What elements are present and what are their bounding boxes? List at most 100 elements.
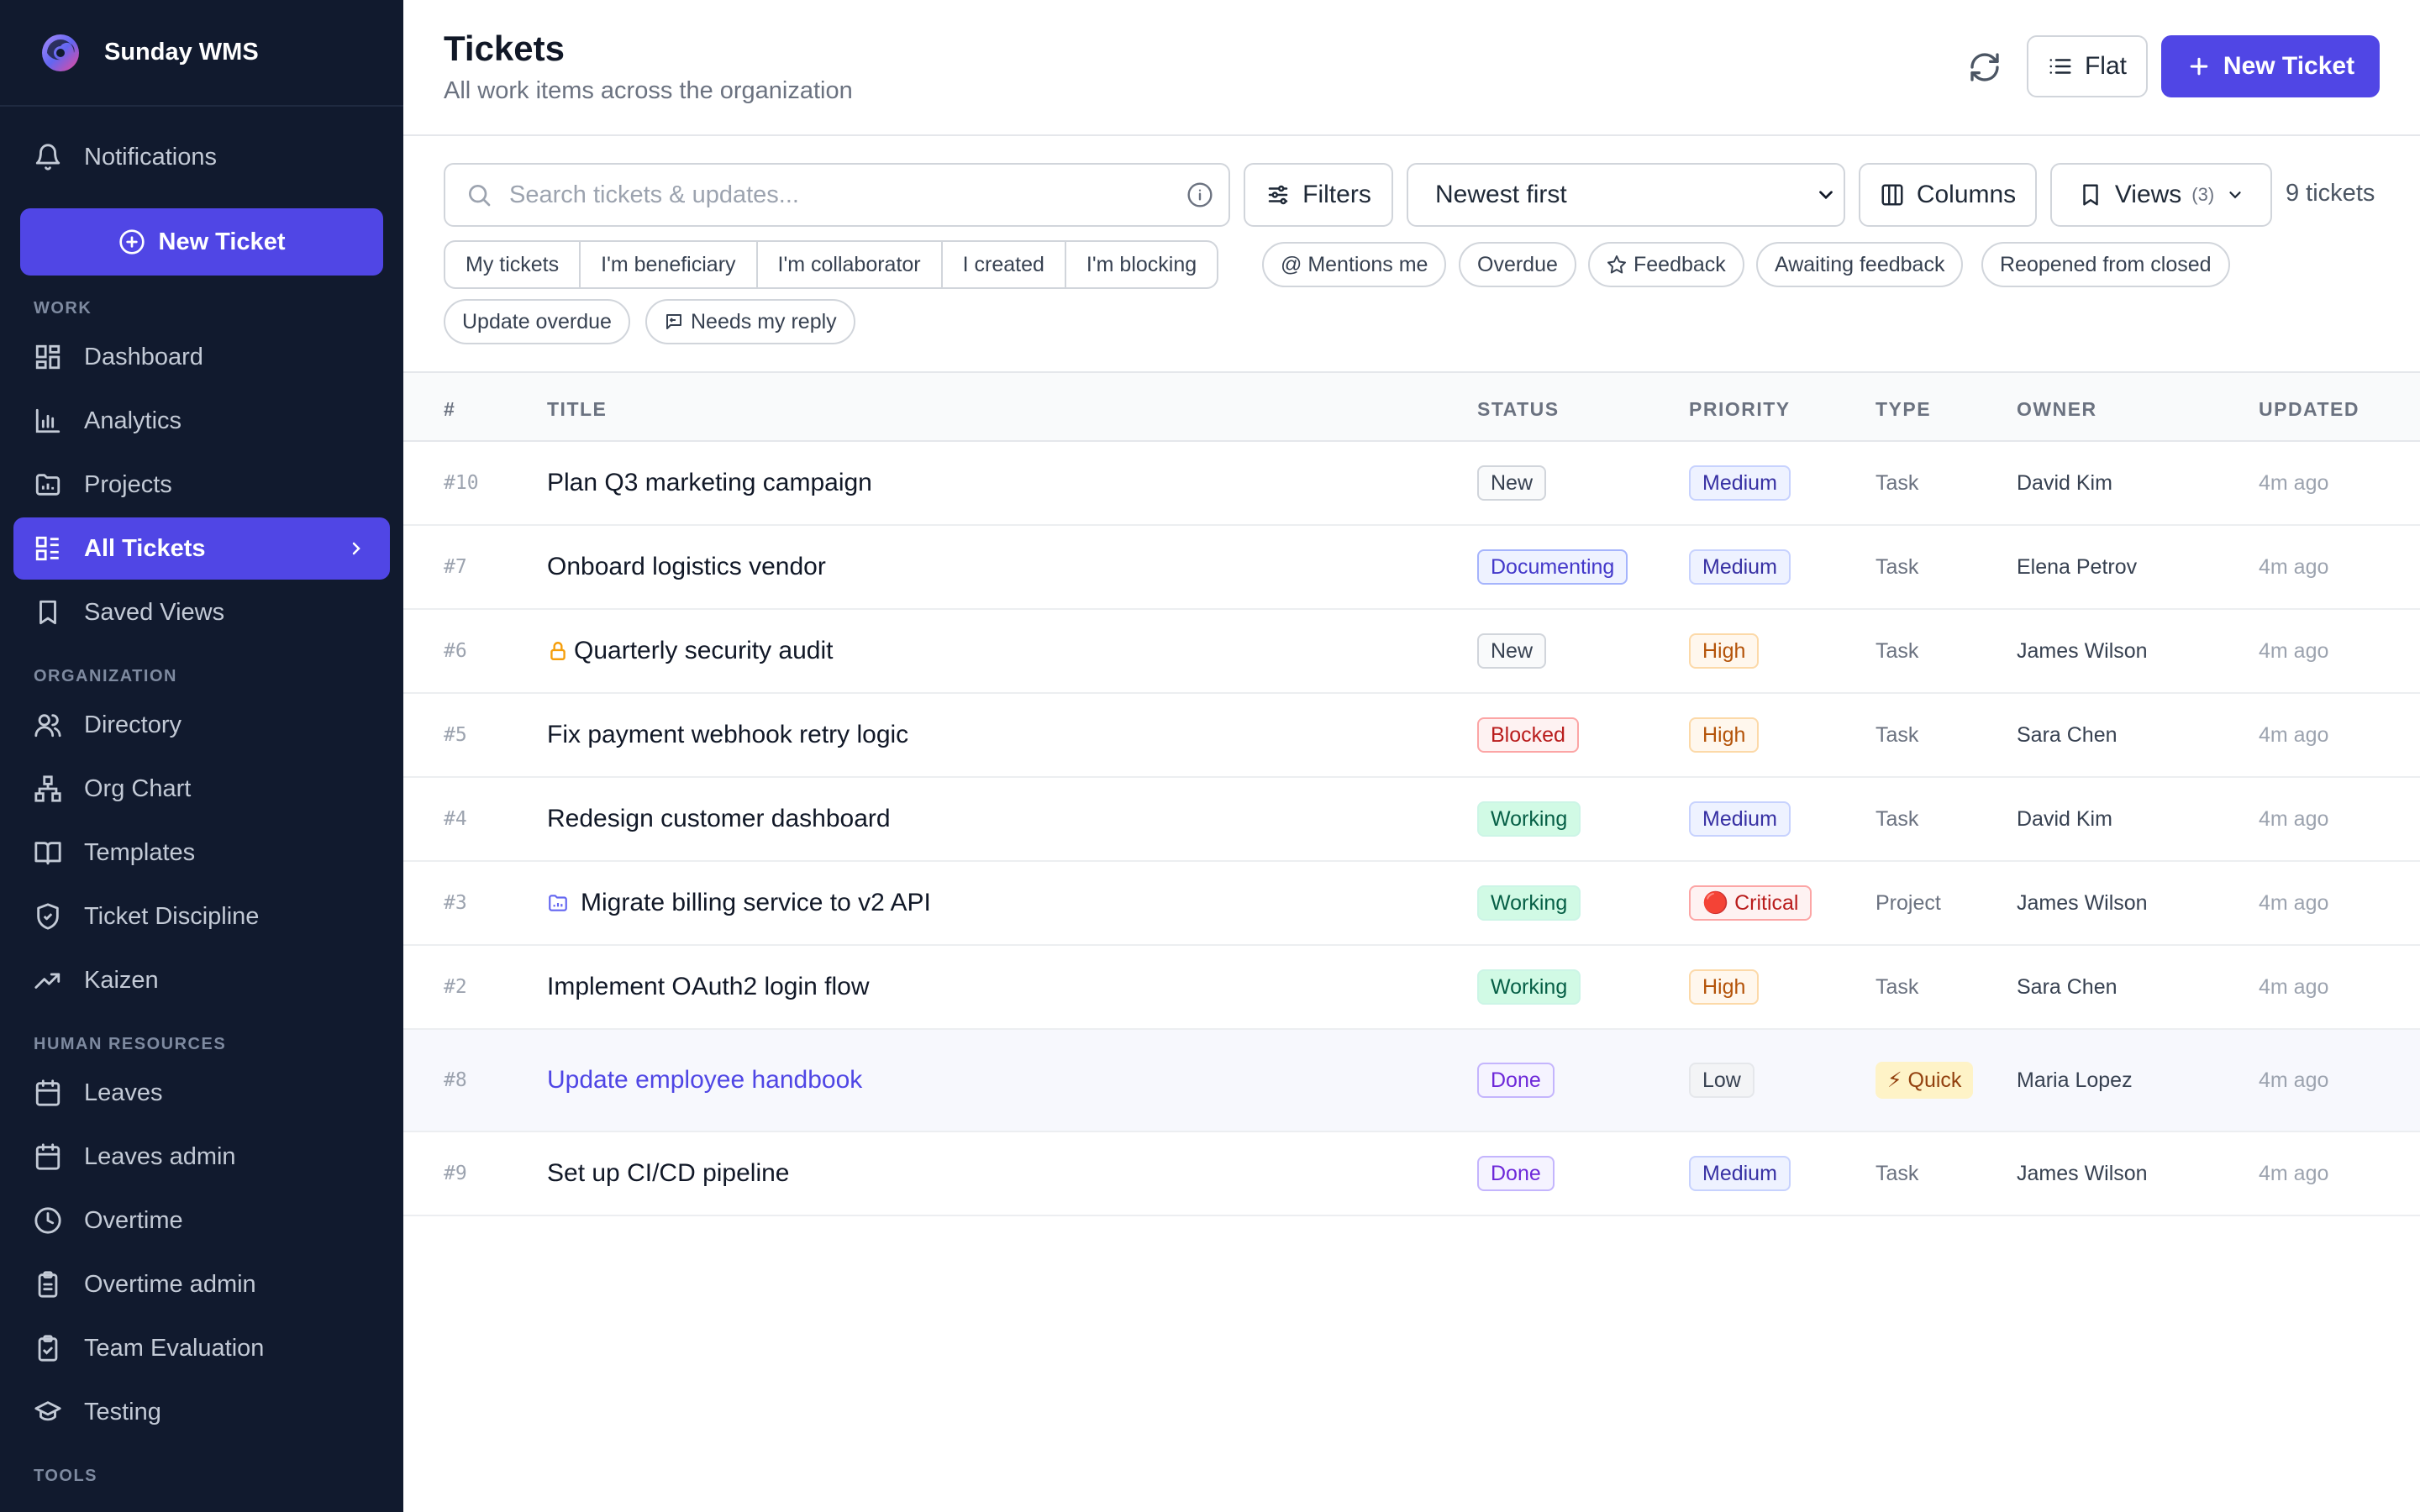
col-header-status[interactable]: STATUS [1477, 398, 1560, 421]
ticket-updated: 4m ago [2259, 806, 2329, 831]
org-chart-icon [34, 775, 61, 802]
shield-check-icon [37, 903, 59, 930]
sidebar-item-label: Leaves [84, 1079, 163, 1106]
sidebar-item-overtime-admin[interactable]: Overtime admin [13, 1253, 390, 1315]
col-header-type[interactable]: TYPE [1876, 398, 1931, 421]
filter-feedback-label: Feedback [1634, 252, 1726, 276]
clock-icon [34, 1207, 61, 1234]
sidebar-item-kaizen[interactable]: Kaizen [13, 949, 390, 1011]
filter-needs-my-reply[interactable]: Needs my reply [645, 299, 855, 344]
ticket-title[interactable]: Fix payment webhook retry logic [547, 694, 908, 776]
ticket-number: #2 [444, 976, 467, 998]
filter-overdue[interactable]: Overdue [1459, 242, 1576, 287]
search-icon [469, 185, 491, 207]
search-box[interactable] [444, 163, 1230, 227]
table-row[interactable]: #8 Update employee handbook Done Low ⚡ Q… [403, 1030, 2420, 1132]
sidebar-item-label: Org Chart [84, 774, 192, 802]
table-row[interactable]: #4 Redesign customer dashboard Working M… [403, 778, 2420, 862]
new-ticket-button[interactable]: New Ticket [2161, 35, 2380, 97]
filter-blocking[interactable]: I'm blocking [1066, 242, 1217, 287]
chevron-down-icon [1819, 191, 1833, 200]
table-header: # TITLE STATUS PRIORITY TYPE OWNER UPDAT… [403, 371, 2420, 442]
columns-button[interactable]: Columns [1859, 163, 2037, 227]
search-input[interactable] [509, 181, 1148, 209]
sidebar-item-directory[interactable]: Directory [13, 694, 390, 756]
ticket-list-icon [35, 536, 59, 561]
table-row[interactable]: #5 Fix payment webhook retry logic Block… [403, 694, 2420, 778]
status-badge: Working [1477, 969, 1581, 1005]
filter-i-created[interactable]: I created [943, 242, 1066, 287]
status-badge: Documenting [1477, 549, 1628, 585]
plus-icon [2190, 57, 2208, 76]
sidebar-item-label: Analytics [84, 407, 182, 434]
ticket-title-cell[interactable]: Migrate billing service to v2 API [547, 862, 931, 944]
brand[interactable]: Sunday WMS [0, 0, 403, 107]
sidebar-item-all-tickets[interactable]: All Tickets [13, 517, 390, 580]
sidebar-item-templates[interactable]: Templates [13, 822, 390, 884]
flat-view-button[interactable]: Flat [2027, 35, 2148, 97]
table-row[interactable]: #2 Implement OAuth2 login flow Working H… [403, 946, 2420, 1030]
refresh-icon[interactable] [1968, 50, 2002, 84]
sidebar-item-dashboard[interactable]: Dashboard [13, 326, 390, 388]
ticket-owner: James Wilson [2017, 890, 2148, 915]
sidebar: Sunday WMS Notifications New Ticket WORK… [0, 0, 403, 1512]
ticket-title[interactable]: Set up CI/CD pipeline [547, 1132, 790, 1215]
filter-awaiting-feedback[interactable]: Awaiting feedback [1756, 242, 1964, 287]
sidebar-item-saved-views[interactable]: Saved Views [13, 581, 390, 643]
filter-feedback[interactable]: Feedback [1588, 242, 1744, 287]
sidebar-item-overtime[interactable]: Overtime [13, 1189, 390, 1252]
table-row[interactable]: #3 Migrate billing service to v2 API Wor… [403, 862, 2420, 946]
ticket-updated: 4m ago [2259, 1068, 2329, 1092]
users-icon [34, 714, 61, 738]
filter-update-overdue[interactable]: Update overdue [444, 299, 630, 344]
ticket-title[interactable]: Implement OAuth2 login flow [547, 946, 870, 1028]
ticket-title[interactable]: Plan Q3 marketing campaign [547, 442, 872, 524]
status-badge: Blocked [1477, 717, 1579, 753]
filter-my-tickets[interactable]: My tickets [445, 242, 581, 287]
book-icon [34, 842, 61, 865]
sort-select[interactable]: Newest first [1407, 163, 1845, 227]
sidebar-item-testing[interactable]: Testing [13, 1381, 390, 1443]
table-row[interactable]: #9 Set up CI/CD pipeline Done Medium Tas… [403, 1132, 2420, 1216]
col-header-priority[interactable]: PRIORITY [1689, 398, 1791, 421]
sidebar-item-ticket-discipline[interactable]: Ticket Discipline [13, 885, 390, 948]
sidebar-item-team-evaluation[interactable]: Team Evaluation [13, 1317, 390, 1379]
table-row[interactable]: #10 Plan Q3 marketing campaign New Mediu… [403, 442, 2420, 526]
ticket-title[interactable]: Onboard logistics vendor [547, 526, 826, 608]
filter-beneficiary[interactable]: I'm beneficiary [581, 242, 758, 287]
priority-badge: Medium [1689, 801, 1791, 837]
sidebar-new-ticket-button[interactable]: New Ticket [20, 208, 383, 276]
views-button[interactable]: Views (3) [2050, 163, 2272, 227]
sidebar-item-projects[interactable]: Projects [13, 454, 390, 516]
ticket-type: Task [1876, 806, 1919, 831]
sidebar-item-label: Team Evaluation [84, 1334, 265, 1362]
sidebar-item-label: Overtime admin [84, 1270, 256, 1298]
filters-button[interactable]: Filters [1244, 163, 1393, 227]
sidebar-item-leaves-admin[interactable]: Leaves admin [13, 1126, 390, 1188]
filter-mentions-me[interactable]: @ Mentions me [1262, 242, 1447, 287]
ticket-title[interactable]: Update employee handbook [547, 1030, 862, 1131]
filter-reopened[interactable]: Reopened from closed [1981, 242, 2230, 287]
ticket-owner: Elena Petrov [2017, 554, 2138, 579]
ticket-owner: James Wilson [2017, 638, 2148, 663]
sidebar-item-leaves[interactable]: Leaves [13, 1062, 390, 1124]
ticket-owner: James Wilson [2017, 1161, 2148, 1185]
col-header-owner[interactable]: OWNER [2017, 398, 2097, 421]
ticket-owner: Maria Lopez [2017, 1068, 2133, 1092]
ticket-title[interactable]: Redesign customer dashboard [547, 778, 891, 860]
status-badge: Working [1477, 885, 1581, 921]
info-icon[interactable] [1186, 181, 1213, 208]
table-row[interactable]: #7 Onboard logistics vendor Documenting … [403, 526, 2420, 610]
sidebar-item-notifications[interactable]: Notifications [34, 134, 217, 180]
sidebar-item-analytics[interactable]: Analytics [13, 390, 390, 452]
filter-collaborator[interactable]: I'm collaborator [758, 242, 943, 287]
sidebar-item-org-chart[interactable]: Org Chart [13, 758, 390, 820]
section-label-tools: TOOLS [34, 1467, 98, 1485]
col-header-number[interactable]: # [444, 398, 455, 421]
col-header-updated[interactable]: UPDATED [2259, 398, 2360, 421]
bookmark-icon [2083, 184, 2098, 206]
ticket-title-cell[interactable]: Quarterly security audit [547, 610, 833, 692]
table-row[interactable]: #6 Quarterly security audit New High Tas… [403, 610, 2420, 694]
sidebar-item-label: Dashboard [84, 343, 203, 370]
col-header-title[interactable]: TITLE [547, 398, 607, 421]
